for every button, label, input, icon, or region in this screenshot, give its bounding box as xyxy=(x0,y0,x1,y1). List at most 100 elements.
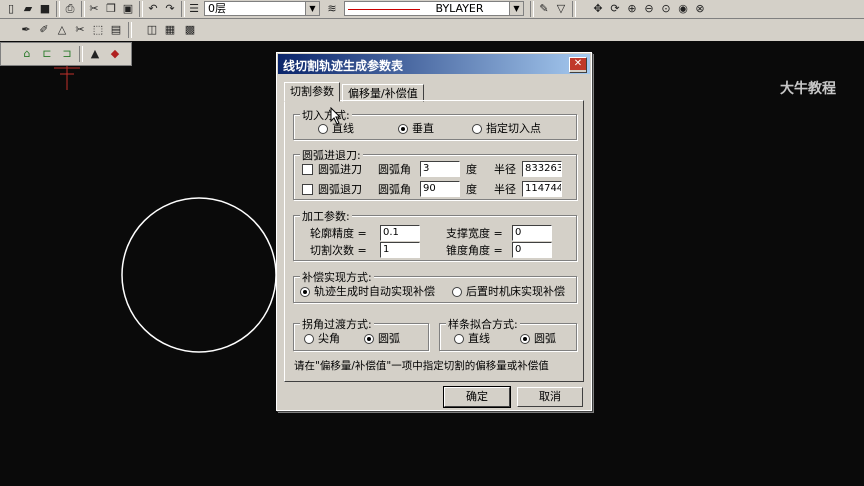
chevron-down-icon[interactable]: ▼ xyxy=(509,2,523,15)
zoom-window-icon[interactable]: ⊙ xyxy=(658,1,674,16)
copy-icon[interactable]: ❐ xyxy=(103,1,119,16)
cut-in-vertical-label: 垂直 xyxy=(412,122,434,135)
chevron-down-icon[interactable]: ▼ xyxy=(305,2,319,15)
ok-button[interactable]: 确定 xyxy=(443,386,511,408)
red-line-sample xyxy=(348,8,420,10)
zoom-out-icon[interactable]: ⊖ xyxy=(641,1,657,16)
print-icon[interactable]: ⎙ xyxy=(62,1,78,16)
corner-sharp-radio[interactable] xyxy=(304,334,314,344)
zoom-all-icon[interactable]: ◉ xyxy=(675,1,691,16)
spline-title: 样条拟合方式: xyxy=(446,316,520,332)
block-icon[interactable]: ⬚ xyxy=(90,22,106,37)
arc-out-angle-input[interactable]: 90 xyxy=(420,181,460,197)
code-generate-icon[interactable]: ▲ xyxy=(87,46,103,61)
close-icon: ✕ xyxy=(570,58,586,70)
layer-select[interactable]: 0层 ▼ xyxy=(204,1,320,16)
cancel-button[interactable]: 取消 xyxy=(517,387,583,407)
comp-auto-label: 轨迹生成时自动实现补偿 xyxy=(314,285,435,298)
arc-in-radius-label: 半径 xyxy=(494,163,516,176)
spline-group: 样条拟合方式: 直线 圆弧 xyxy=(439,316,577,351)
funnel-icon[interactable]: ▽ xyxy=(553,1,569,16)
table-icon[interactable]: ▤ xyxy=(108,22,124,37)
corner-sharp-label: 尖角 xyxy=(318,332,340,345)
compensation-title: 补偿实现方式: xyxy=(300,269,374,285)
track-simulate-icon[interactable]: ⊐ xyxy=(59,46,75,61)
dialog-titlebar[interactable]: 线切割轨迹生成参数表 ✕ xyxy=(278,54,590,74)
drawing-toolbar: ✒ ✐ △ ✂ ⬚ ▤ ◫ ▦ ▩ xyxy=(0,19,864,41)
taper-angle-input[interactable]: 0 xyxy=(512,242,552,258)
printer-setup-icon[interactable]: ▩ xyxy=(182,22,198,37)
new-file-icon[interactable]: ▯ xyxy=(3,1,19,16)
corner-arc-radio[interactable] xyxy=(364,334,374,344)
machining-title: 加工参数: xyxy=(300,208,352,224)
layers-icon[interactable]: ☰ xyxy=(186,1,202,16)
tab-cut-params[interactable]: 切割参数 xyxy=(284,82,340,102)
arc-out-radius-input[interactable]: 1147442 xyxy=(522,181,562,197)
corner-group: 拐角过渡方式: 尖角 圆弧 xyxy=(293,316,429,351)
scissors-icon[interactable]: ✂ xyxy=(72,22,88,37)
arc-out-label: 圆弧退刀 xyxy=(318,183,362,196)
main-toolbar: ▯ ▰ ■ ⎙ ✂ ❐ ▣ ↶ ↷ ☰ 0层 ▼ ≋ BYLAYER ▼ ✎ ▽… xyxy=(0,0,864,19)
spline-arc-radio[interactable] xyxy=(520,334,530,344)
view-icon[interactable]: ◫ xyxy=(144,22,160,37)
track-generate-icon[interactable]: ⌂ xyxy=(19,46,35,61)
close-button[interactable]: ✕ xyxy=(569,57,587,73)
mouse-pointer-icon xyxy=(330,107,342,125)
cut-count-label: 切割次数 = xyxy=(310,244,367,257)
layer-select-value: 0层 xyxy=(208,2,226,15)
open-folder-icon[interactable]: ▰ xyxy=(20,1,36,16)
taper-angle-label: 锥度角度 = xyxy=(446,244,503,257)
document-icon[interactable]: ▦ xyxy=(162,22,178,37)
linetype-select[interactable]: BYLAYER ▼ xyxy=(344,1,524,16)
cut-in-point-radio[interactable] xyxy=(472,124,482,134)
zoom-previous-icon[interactable]: ⊗ xyxy=(692,1,708,16)
arc-in-checkbox[interactable] xyxy=(302,164,313,175)
refresh-icon[interactable]: ⟳ xyxy=(607,1,623,16)
pan-icon[interactable]: ✥ xyxy=(590,1,606,16)
linetype-icon[interactable]: ≋ xyxy=(324,1,340,16)
spline-arc-label: 圆弧 xyxy=(534,332,556,345)
cut-in-line-radio[interactable] xyxy=(318,124,328,134)
contour-precision-input[interactable]: 0.1 xyxy=(380,225,420,241)
arc-out-degree-label: 度 xyxy=(466,183,477,196)
contour-precision-label: 轮廓精度 = xyxy=(310,227,367,240)
undo-icon[interactable]: ↶ xyxy=(145,1,161,16)
linetype-select-value: BYLAYER xyxy=(435,2,484,15)
comp-auto-radio[interactable] xyxy=(300,287,310,297)
drawn-circle[interactable] xyxy=(121,197,277,353)
arc-in-label: 圆弧进刀 xyxy=(318,163,362,176)
arc-out-radius-label: 半径 xyxy=(494,183,516,196)
spline-line-radio[interactable] xyxy=(454,334,464,344)
redo-icon[interactable]: ↷ xyxy=(162,1,178,16)
comp-post-radio[interactable] xyxy=(452,287,462,297)
cut-in-title: 切入方式: xyxy=(300,107,352,123)
pencil-icon[interactable]: ✎ xyxy=(536,1,552,16)
arc-in-radius-input[interactable]: 833263 xyxy=(522,161,562,177)
arc-feed-group: 圆弧进退刀: 圆弧进刀 圆弧角 3 度 半径 833263 圆弧退刀 圆弧角 9… xyxy=(293,147,577,200)
coordinate-cross-icon xyxy=(54,66,80,90)
hint-text: 请在"偏移量/补偿值"一项中指定切割的偏移量或补偿值 xyxy=(294,360,549,372)
zoom-in-icon[interactable]: ⊕ xyxy=(624,1,640,16)
brush-icon[interactable]: ✐ xyxy=(36,22,52,37)
triangle-icon[interactable]: △ xyxy=(54,22,70,37)
paste-icon[interactable]: ▣ xyxy=(120,1,136,16)
arc-in-angle-input[interactable]: 3 xyxy=(420,161,460,177)
corner-arc-label: 圆弧 xyxy=(378,332,400,345)
track-edit-icon[interactable]: ⊏ xyxy=(39,46,55,61)
compensation-group: 补偿实现方式: 轨迹生成时自动实现补偿 后置时机床实现补偿 xyxy=(293,269,577,303)
wirecut-toolbar: ⌂ ⊏ ⊐ ▲ ◆ xyxy=(0,42,132,66)
arc-in-degree-label: 度 xyxy=(466,163,477,176)
support-width-input[interactable]: 0 xyxy=(512,225,552,241)
cut-icon[interactable]: ✂ xyxy=(86,1,102,16)
arc-feed-title: 圆弧进退刀: xyxy=(300,147,363,163)
code-transfer-icon[interactable]: ◆ xyxy=(107,46,123,61)
spline-line-label: 直线 xyxy=(468,332,490,345)
cut-count-input[interactable]: 1 xyxy=(380,242,420,258)
dialog-title: 线切割轨迹生成参数表 xyxy=(283,59,404,73)
cut-in-point-label: 指定切入点 xyxy=(486,122,541,135)
arc-out-checkbox[interactable] xyxy=(302,184,313,195)
save-icon[interactable]: ■ xyxy=(37,1,53,16)
cut-in-vertical-radio[interactable] xyxy=(398,124,408,134)
pen-icon[interactable]: ✒ xyxy=(18,22,34,37)
comp-post-label: 后置时机床实现补偿 xyxy=(466,285,565,298)
